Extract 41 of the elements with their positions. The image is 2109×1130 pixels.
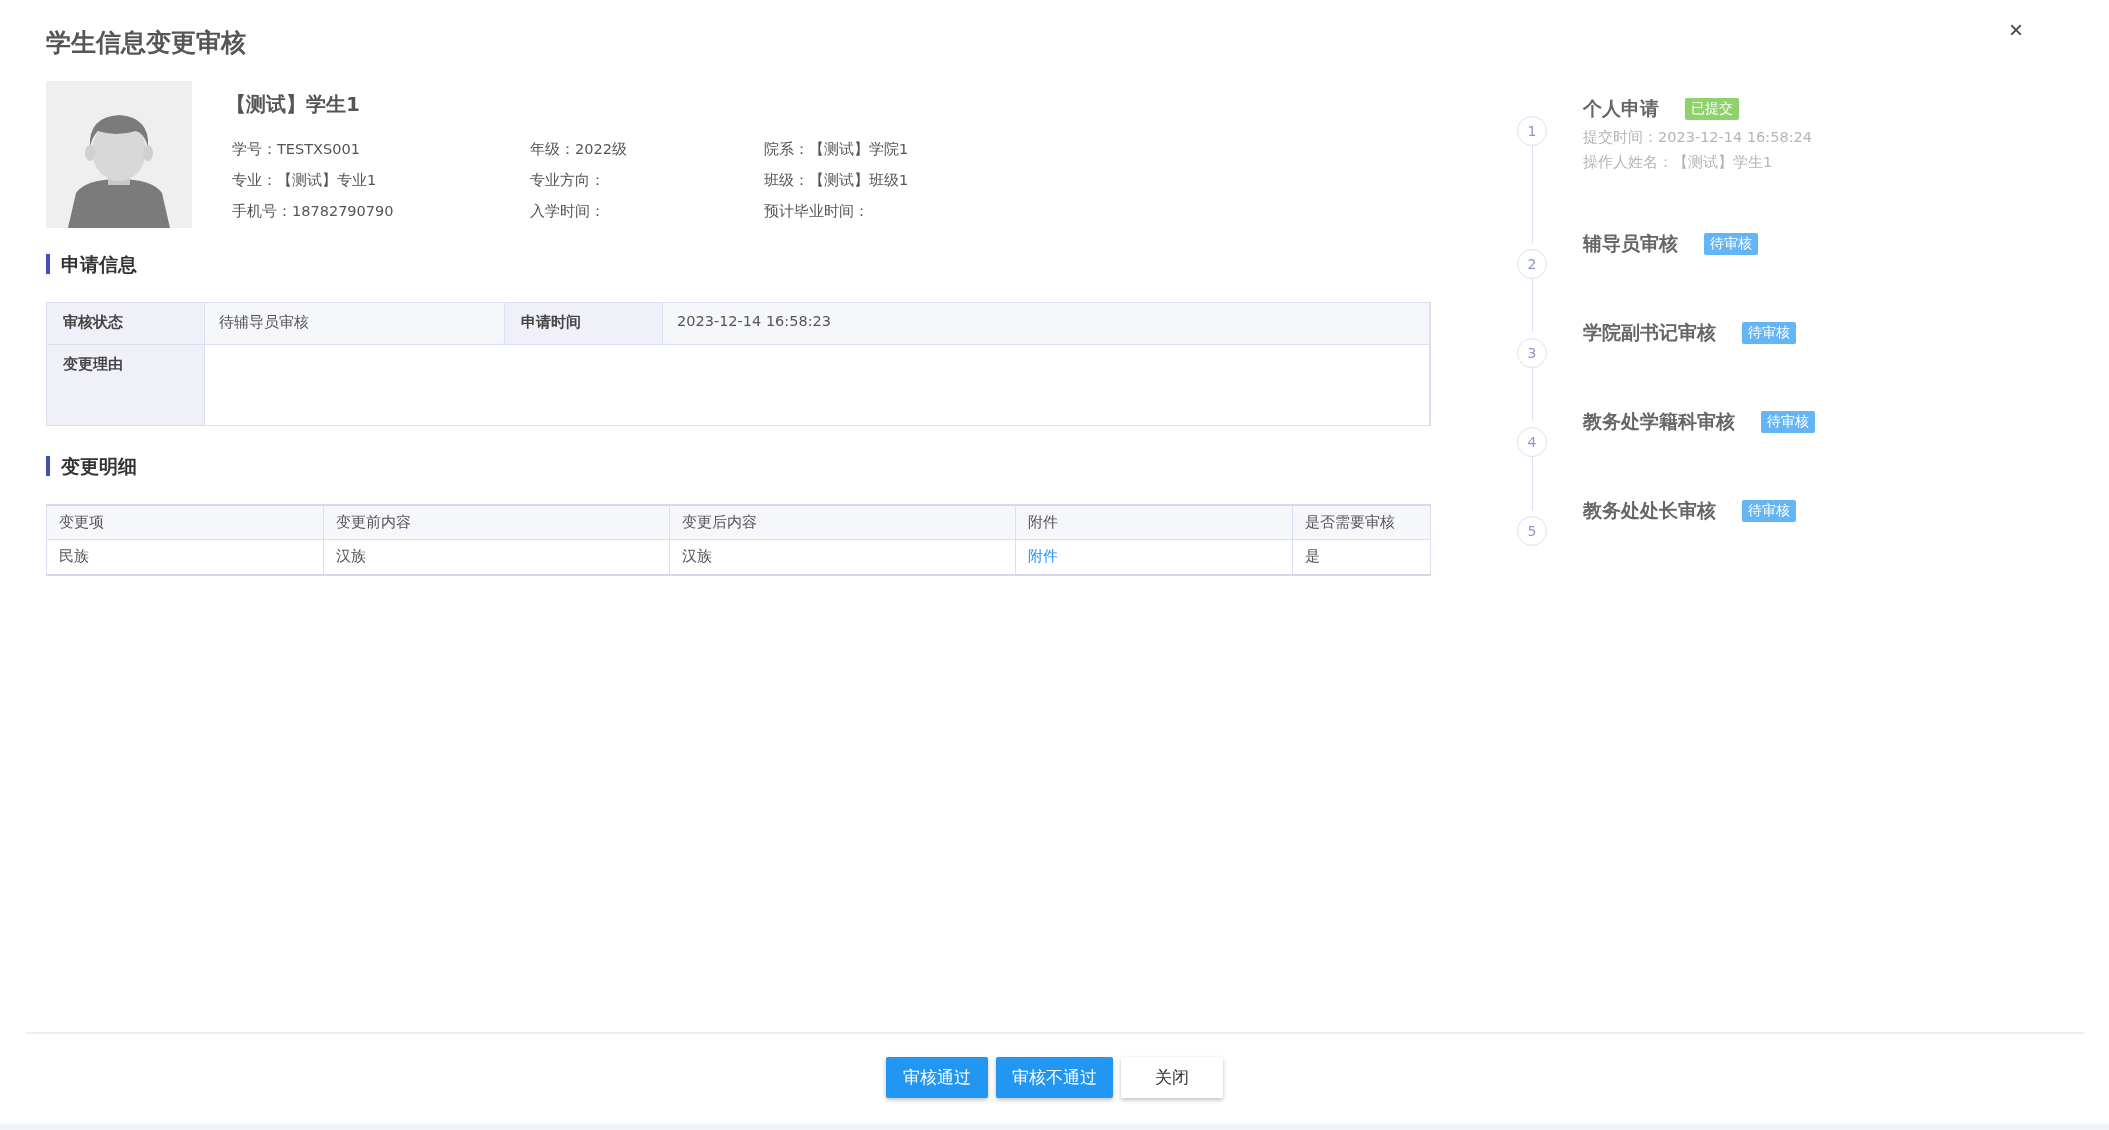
info-field: 预计毕业时间：	[764, 202, 1064, 221]
table-cell: 待辅导员审核	[205, 303, 505, 345]
close-dialog-button[interactable]: 关闭	[1121, 1056, 1223, 1098]
dialog-title: 学生信息变更审核	[46, 27, 247, 59]
step-title: 辅导员审核	[1583, 231, 1678, 256]
close-button[interactable]: ×	[2005, 16, 2027, 44]
step-detail: 操作人姓名：【测试】学生1	[1583, 153, 1774, 172]
column-header: 变更前内容	[323, 505, 670, 539]
table-header-cell: 变更理由	[47, 345, 205, 425]
step-title: 教务处处长审核	[1583, 498, 1716, 523]
info-field: 专业：【测试】专业1	[232, 171, 530, 190]
table-cell: 民族	[46, 539, 324, 575]
status-badge: 待审核	[1742, 322, 1796, 344]
action-button[interactable]: 审核通过	[886, 1056, 988, 1098]
column-header: 是否需要审核	[1292, 505, 1431, 539]
status-badge: 待审核	[1761, 411, 1815, 433]
info-field: 学号：TESTXS001	[232, 140, 530, 159]
step-detail: 提交时间：2023-12-14 16:58:24	[1583, 128, 1812, 147]
column-header: 附件	[1015, 505, 1293, 539]
info-field: 专业方向：	[530, 171, 764, 190]
info-field: 院系：【测试】学院1	[764, 140, 1064, 159]
action-button[interactable]: 审核不通过	[996, 1056, 1113, 1098]
section-heading: 变更明细	[46, 456, 1431, 476]
status-badge: 待审核	[1742, 500, 1796, 522]
step-title: 学院副书记审核	[1583, 320, 1716, 345]
column-header: 变更项	[46, 505, 324, 539]
status-badge: 已提交	[1685, 98, 1739, 120]
info-field: 入学时间：	[530, 202, 764, 221]
info-field: 手机号：18782790790	[232, 202, 530, 221]
column-header: 变更后内容	[669, 505, 1016, 539]
status-badge: 待审核	[1704, 233, 1758, 255]
table-header-cell: 审核状态	[47, 303, 205, 345]
attachment-link[interactable]: 附件	[1028, 548, 1058, 565]
student-name: 【测试】学生1	[226, 91, 361, 118]
section-heading: 申请信息	[46, 254, 1431, 274]
table-cell: 2023-12-14 16:58:23	[663, 303, 1430, 345]
info-field: 年级：2022级	[530, 140, 764, 159]
table-header-cell: 申请时间	[505, 303, 663, 345]
step-title: 个人申请	[1583, 96, 1659, 121]
info-field: 班级：【测试】班级1	[764, 171, 1064, 190]
step-title: 教务处学籍科审核	[1583, 409, 1735, 434]
